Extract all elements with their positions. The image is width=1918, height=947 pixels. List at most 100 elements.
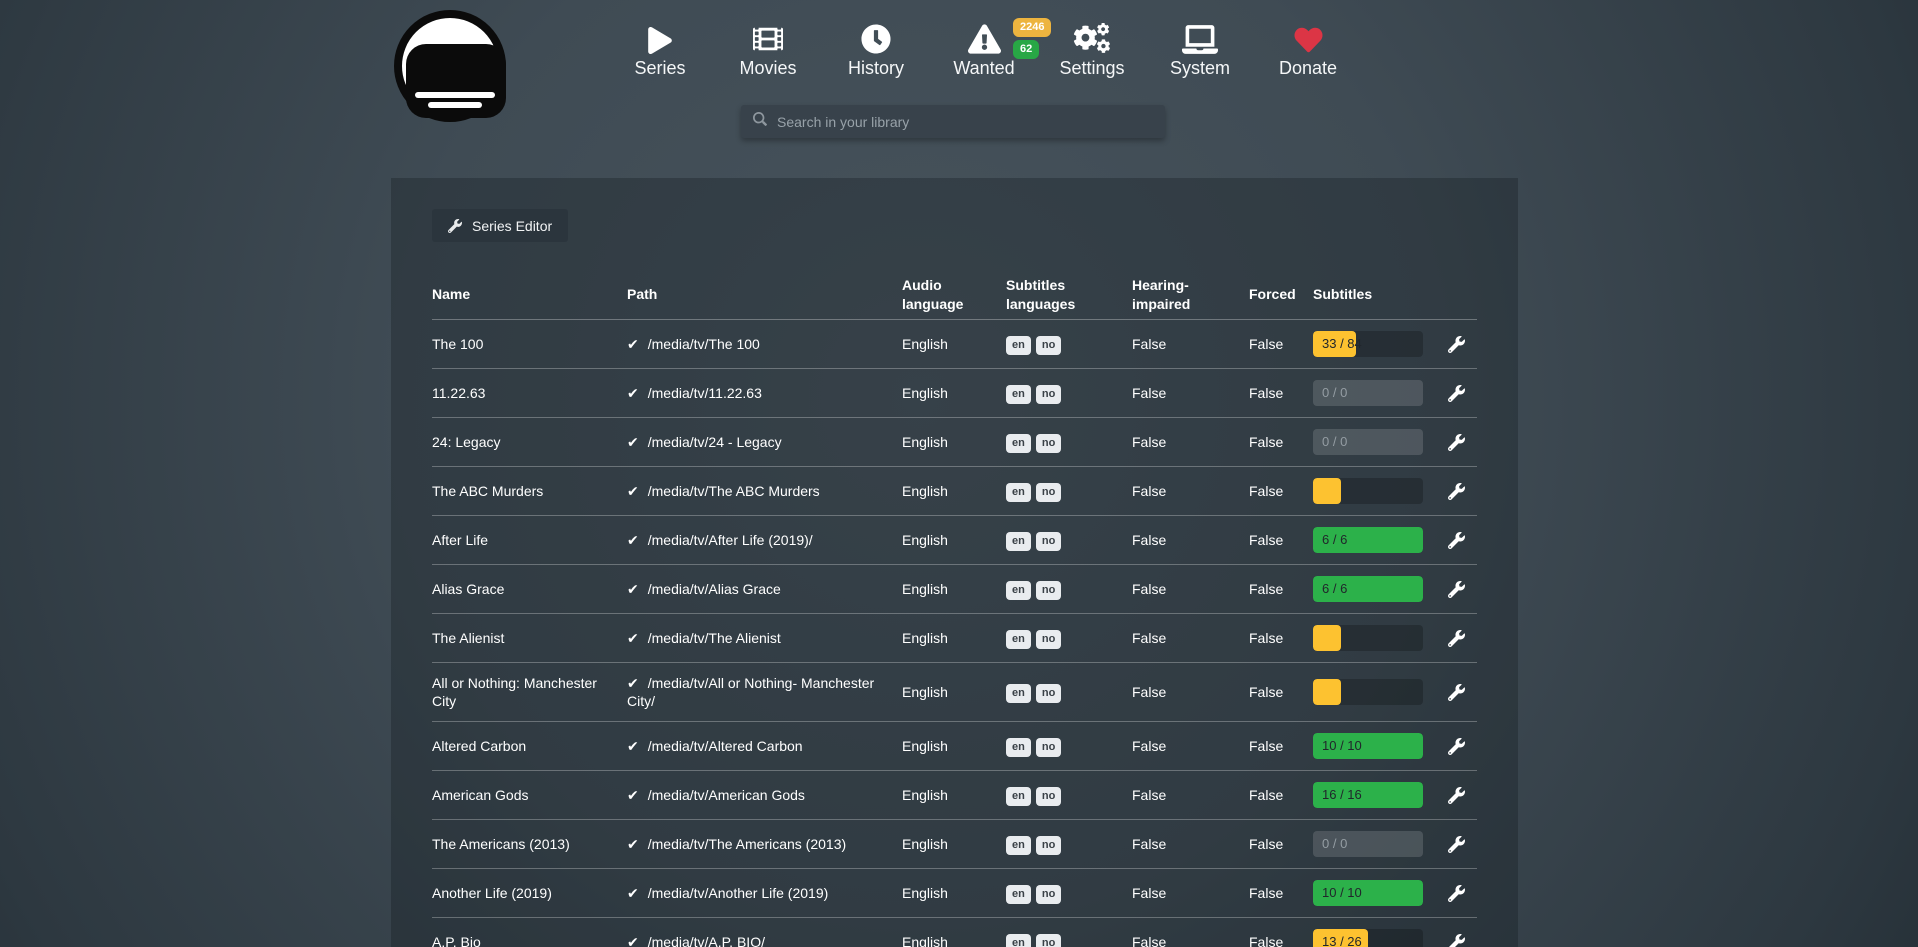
series-path-text: /media/tv/After Life (2019)/ xyxy=(648,532,813,548)
subtitles-progress: 10 / 10 xyxy=(1313,880,1423,906)
series-name[interactable]: The Alienist xyxy=(432,618,627,658)
subtitles-languages: enno xyxy=(1006,725,1132,768)
series-path-text: /media/tv/Altered Carbon xyxy=(648,738,803,754)
subtitles-progress-label: 13 / 26 xyxy=(1322,929,1362,947)
hearing-impaired-value: False xyxy=(1132,775,1249,815)
series-name[interactable]: 11.22.63 xyxy=(432,373,627,413)
series-name[interactable]: After Life xyxy=(432,520,627,560)
film-icon xyxy=(714,20,822,54)
forced-value: False xyxy=(1249,422,1313,462)
forced-value: False xyxy=(1249,324,1313,364)
series-table: Name Path Audio language Subtitles langu… xyxy=(432,270,1477,947)
subtitles-languages: enno xyxy=(1006,421,1132,464)
forced-value: False xyxy=(1249,672,1313,712)
edit-series-button[interactable] xyxy=(1448,738,1465,755)
header-subtitles-languages: Subtitles languages xyxy=(1006,276,1132,314)
series-name[interactable]: Alias Grace xyxy=(432,569,627,609)
subtitles-progress: 0 / 0 xyxy=(1313,831,1423,857)
subtitles-progress xyxy=(1313,478,1423,504)
series-name[interactable]: Altered Carbon xyxy=(432,726,627,766)
table-row: The Americans (2013) ✔/media/tv/The Amer… xyxy=(432,820,1477,869)
language-badge: no xyxy=(1036,581,1061,600)
language-badge: en xyxy=(1006,483,1031,502)
subtitles-languages: enno xyxy=(1006,823,1132,866)
language-badge: en xyxy=(1006,934,1031,947)
check-icon: ✔ xyxy=(627,630,639,646)
edit-series-button[interactable] xyxy=(1448,684,1465,701)
edit-series-button[interactable] xyxy=(1448,385,1465,402)
edit-series-button[interactable] xyxy=(1448,532,1465,549)
edit-series-button[interactable] xyxy=(1448,630,1465,647)
nav-item-settings[interactable]: Settings xyxy=(1038,20,1146,79)
hearing-impaired-value: False xyxy=(1132,520,1249,560)
series-path-text: /media/tv/11.22.63 xyxy=(648,385,762,401)
nav-label: Donate xyxy=(1254,58,1362,79)
nav-item-series[interactable]: Series xyxy=(606,20,714,79)
table-row: 24: Legacy ✔/media/tv/24 - Legacy Englis… xyxy=(432,418,1477,467)
audio-language: English xyxy=(902,520,1006,560)
edit-series-button[interactable] xyxy=(1448,787,1465,804)
nav-item-movies[interactable]: Movies xyxy=(714,20,822,79)
edit-series-button[interactable] xyxy=(1448,885,1465,902)
series-name[interactable]: The ABC Murders xyxy=(432,471,627,511)
edit-series-button[interactable] xyxy=(1448,581,1465,598)
hearing-impaired-value: False xyxy=(1132,873,1249,913)
clock-icon xyxy=(822,20,930,54)
edit-series-button[interactable] xyxy=(1448,336,1465,353)
wrench-icon xyxy=(1448,885,1465,902)
table-row: Another Life (2019) ✔/media/tv/Another L… xyxy=(432,869,1477,918)
subtitles-progress: 13 / 26 xyxy=(1313,929,1423,947)
audio-language: English xyxy=(902,569,1006,609)
nav-item-system[interactable]: System xyxy=(1146,20,1254,79)
series-name[interactable]: Another Life (2019) xyxy=(432,873,627,913)
series-path: ✔/media/tv/American Gods xyxy=(627,775,902,815)
forced-value: False xyxy=(1249,824,1313,864)
hearing-impaired-value: False xyxy=(1132,324,1249,364)
subtitles-progress: 10 / 10 xyxy=(1313,733,1423,759)
edit-series-button[interactable] xyxy=(1448,434,1465,451)
subtitles-languages: enno xyxy=(1006,872,1132,915)
wrench-icon xyxy=(1448,385,1465,402)
subtitles-languages: enno xyxy=(1006,774,1132,817)
subtitles-progress xyxy=(1313,625,1423,651)
series-path-text: /media/tv/The Alienist xyxy=(648,630,781,646)
series-editor-button[interactable]: Series Editor xyxy=(432,209,568,242)
series-name[interactable]: The 100 xyxy=(432,324,627,364)
subtitles-progress-label: 0 / 0 xyxy=(1322,831,1347,857)
audio-language: English xyxy=(902,324,1006,364)
hearing-impaired-value: False xyxy=(1132,672,1249,712)
check-icon: ✔ xyxy=(627,434,639,450)
header-subtitles: Subtitles xyxy=(1313,285,1430,304)
search-input[interactable] xyxy=(777,114,1153,130)
logo-subtitle-line xyxy=(428,102,482,108)
audio-language: English xyxy=(902,922,1006,947)
series-name[interactable]: 24: Legacy xyxy=(432,422,627,462)
edit-series-button[interactable] xyxy=(1448,836,1465,853)
wrench-icon xyxy=(1448,684,1465,701)
bazarr-logo[interactable] xyxy=(394,10,506,122)
series-name[interactable]: A.P. Bio xyxy=(432,922,627,947)
series-name[interactable]: The Americans (2013) xyxy=(432,824,627,864)
laptop-icon xyxy=(1146,20,1254,54)
subtitles-languages: enno xyxy=(1006,519,1132,562)
table-row: All or Nothing: Manchester City ✔/media/… xyxy=(432,663,1477,722)
forced-value: False xyxy=(1249,922,1313,947)
series-name[interactable]: All or Nothing: Manchester City xyxy=(432,663,627,721)
play-icon xyxy=(606,20,714,54)
edit-series-button[interactable] xyxy=(1448,483,1465,500)
nav-item-donate[interactable]: Donate xyxy=(1254,20,1362,79)
subtitles-progress-label: 10 / 10 xyxy=(1322,733,1362,759)
nav-item-history[interactable]: 2246 History xyxy=(822,20,930,79)
nav-label: History xyxy=(822,58,930,79)
series-name[interactable]: American Gods xyxy=(432,775,627,815)
wrench-icon xyxy=(1448,434,1465,451)
table-row: Alias Grace ✔/media/tv/Alias Grace Engli… xyxy=(432,565,1477,614)
nav-label: Settings xyxy=(1038,58,1146,79)
series-path: ✔/media/tv/24 - Legacy xyxy=(627,422,902,462)
nav-item-wanted[interactable]: 2246 62 Wanted xyxy=(930,20,1038,79)
forced-value: False xyxy=(1249,873,1313,913)
language-badge: no xyxy=(1036,885,1061,904)
edit-series-button[interactable] xyxy=(1448,934,1465,947)
wrench-icon xyxy=(1448,836,1465,853)
series-path: ✔/media/tv/The ABC Murders xyxy=(627,471,902,511)
